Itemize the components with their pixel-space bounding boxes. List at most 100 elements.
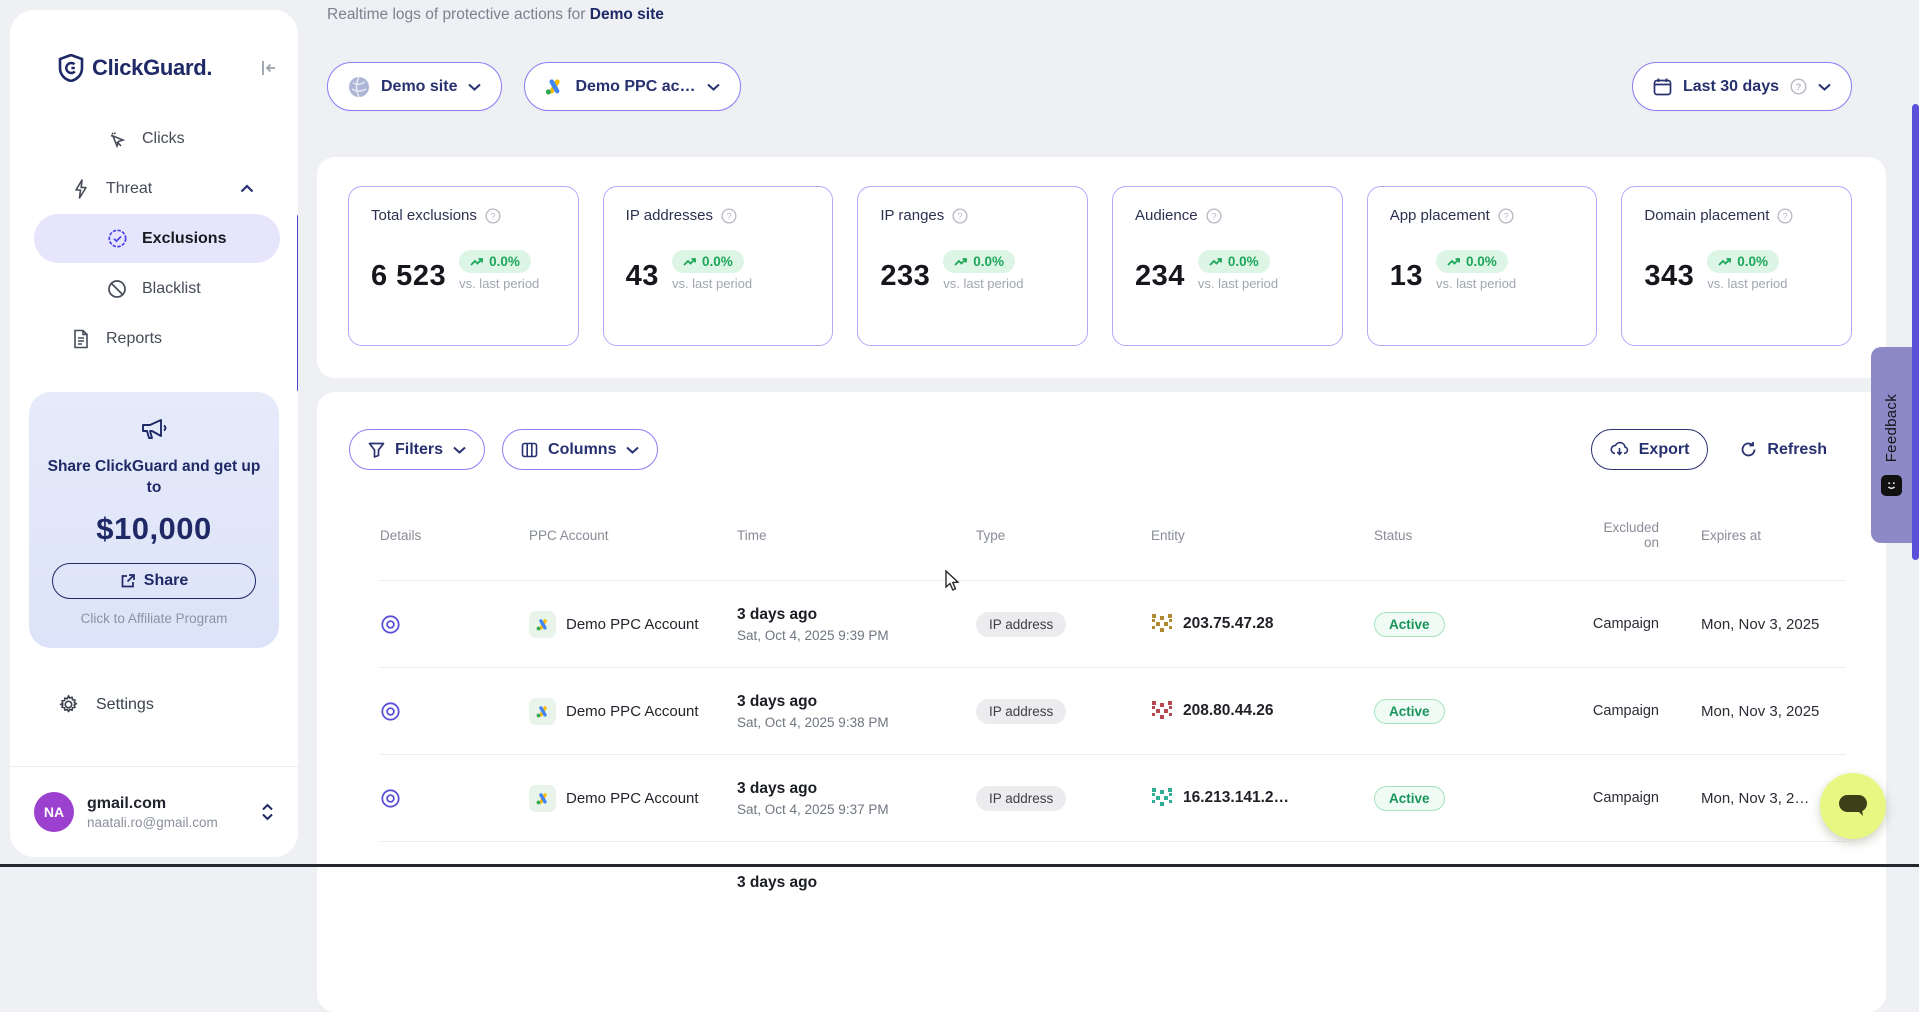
svg-text:?: ? [726, 211, 731, 221]
help-circle-icon[interactable]: ? [952, 208, 968, 224]
trend-up-icon [954, 257, 968, 267]
view-details-icon[interactable] [380, 701, 529, 722]
excluded-on-cell: Campaign [1547, 616, 1659, 632]
sidebar: ClickGuard. Clicks Threat [10, 10, 298, 857]
chevron-down-icon [453, 446, 466, 454]
trend-value: 0.0% [489, 254, 520, 269]
stat-value: 343 [1644, 262, 1694, 291]
table-row-partial[interactable]: 3 days ago [380, 841, 1846, 928]
col-ppc-account: PPC Account [529, 528, 737, 543]
time-relative: 3 days ago [737, 693, 976, 711]
table-row[interactable]: Demo PPC Account 3 days ago Sat, Oct 4, … [380, 667, 1846, 754]
stat-label: Domain placement [1644, 207, 1769, 224]
sidebar-scrollbar[interactable] [297, 214, 298, 392]
date-range-selector[interactable]: Last 30 days ? [1632, 62, 1852, 111]
calendar-icon [1653, 77, 1672, 96]
help-circle-icon: ? [1790, 78, 1807, 95]
sidebar-item-clicks[interactable]: Clicks [34, 114, 280, 163]
cloud-download-icon [1610, 441, 1629, 458]
entity-value: 16.213.141.2… [1183, 789, 1289, 807]
help-circle-icon[interactable]: ? [485, 208, 501, 224]
sidebar-item-threat[interactable]: Threat [34, 164, 280, 213]
google-ads-icon [529, 785, 556, 812]
export-button[interactable]: Export [1591, 429, 1709, 470]
gear-icon [58, 694, 79, 715]
sidebar-item-label: Reports [106, 330, 162, 348]
entity-cell: 208.80.44.26 [1151, 700, 1374, 722]
entity-cell: 203.75.47.28 [1151, 613, 1374, 635]
document-icon [70, 329, 92, 349]
help-circle-icon[interactable]: ? [1206, 208, 1222, 224]
stat-caption: vs. last period [943, 276, 1023, 291]
view-details-icon[interactable] [380, 788, 529, 809]
affiliate-text: Share ClickGuard and get up to [43, 457, 265, 499]
feedback-tab[interactable]: Feedback [1871, 347, 1912, 543]
filters-button[interactable]: Filters [349, 429, 485, 470]
sidebar-item-reports[interactable]: Reports [34, 314, 280, 363]
stat-value: 234 [1135, 262, 1185, 291]
account-name: Demo PPC Account [566, 790, 699, 807]
time-relative: 3 days ago [737, 780, 976, 798]
identicon-icon [1151, 700, 1173, 722]
affiliate-caption[interactable]: Click to Affiliate Program [43, 611, 265, 626]
date-range-value: Last 30 days [1683, 78, 1779, 96]
sidebar-collapse-icon[interactable] [260, 59, 278, 77]
expires-at-cell: Mon, Nov 3, 2025 [1659, 703, 1889, 720]
settings-label: Settings [96, 696, 154, 714]
brand-name: ClickGuard. [92, 55, 212, 81]
expand-updown-icon[interactable] [261, 803, 274, 821]
refresh-button[interactable]: Refresh [1730, 429, 1837, 470]
share-button[interactable]: Share [52, 563, 256, 599]
type-cell: IP address [976, 612, 1151, 637]
stat-label: Total exclusions [371, 207, 477, 224]
account-switcher[interactable]: NA gmail.com naatali.ro@gmail.com [10, 766, 298, 857]
stat-caption: vs. last period [1707, 276, 1787, 291]
clickguard-shield-icon [58, 54, 84, 82]
svg-text:?: ? [1503, 211, 1508, 221]
affiliate-amount: $10,000 [43, 511, 265, 547]
columns-button[interactable]: Columns [502, 429, 658, 470]
col-entity: Entity [1151, 528, 1374, 543]
stat-label: IP ranges [880, 207, 944, 224]
help-circle-icon[interactable]: ? [1498, 208, 1514, 224]
page-scrollbar[interactable] [1912, 104, 1919, 560]
excluded-on-cell: Campaign [1547, 790, 1659, 806]
chevron-up-icon [240, 184, 254, 193]
col-excluded-on: Excluded on [1547, 520, 1659, 550]
trend-up-icon [1209, 257, 1223, 267]
view-details-icon[interactable] [380, 614, 529, 635]
sidebar-item-label: Blacklist [142, 280, 201, 298]
status-cell: Active [1374, 612, 1547, 637]
stat-caption: vs. last period [459, 276, 539, 291]
time-cell: 3 days ago Sat, Oct 4, 2025 9:39 PM [737, 606, 976, 643]
stat-card-app-placement: App placement ? 13 0.0% vs. last period [1367, 186, 1598, 346]
site-selector[interactable]: Demo site [327, 62, 502, 111]
help-circle-icon[interactable]: ? [721, 208, 737, 224]
avatar: NA [34, 792, 74, 832]
sidebar-item-settings[interactable]: Settings [58, 694, 154, 715]
help-circle-icon[interactable]: ? [1777, 208, 1793, 224]
sidebar-item-label: Exclusions [142, 230, 226, 248]
page-subtitle: Realtime logs of protective actions for … [327, 6, 664, 24]
trend-badge: 0.0% [672, 250, 744, 273]
trend-up-icon [1447, 257, 1461, 267]
table-row[interactable]: Demo PPC Account 3 days ago Sat, Oct 4, … [380, 754, 1846, 841]
sidebar-item-exclusions[interactable]: Exclusions [34, 214, 280, 263]
time-relative: 3 days ago [737, 874, 976, 892]
google-ads-icon [529, 698, 556, 725]
identicon-icon [1151, 787, 1173, 809]
table-row[interactable]: Demo PPC Account 3 days ago Sat, Oct 4, … [380, 580, 1846, 667]
chevron-down-icon [468, 83, 481, 91]
sidebar-item-blacklist[interactable]: Blacklist [34, 264, 280, 313]
page: ClickGuard. Clicks Threat [0, 0, 1919, 867]
stat-label: App placement [1390, 207, 1490, 224]
chat-launcher-button[interactable] [1820, 773, 1886, 839]
type-cell: IP address [976, 699, 1151, 724]
status-badge: Active [1374, 612, 1445, 637]
svg-text:?: ? [958, 211, 963, 221]
sidebar-item-label: Clicks [142, 130, 185, 148]
stat-value: 13 [1390, 262, 1423, 291]
ppc-account-selector[interactable]: Demo PPC ac… [524, 62, 740, 111]
stat-card-ip-addresses: IP addresses ? 43 0.0% vs. last period [603, 186, 834, 346]
svg-text:?: ? [1796, 82, 1802, 93]
